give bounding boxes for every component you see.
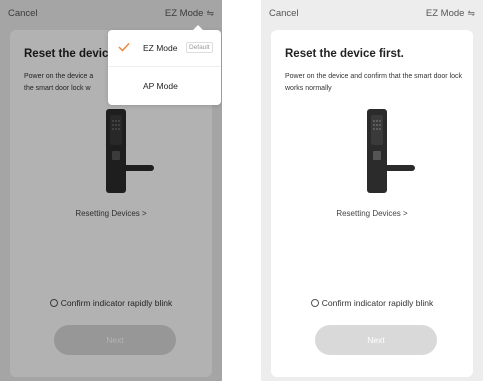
cancel-button[interactable]: Cancel — [269, 8, 299, 19]
dropdown-item-ap-mode[interactable]: AP Mode — [108, 68, 221, 105]
dropdown-item-label: AP Mode — [143, 81, 178, 91]
resetting-devices-link[interactable]: Resetting Devices > — [271, 209, 473, 218]
mode-label: EZ Mode — [425, 8, 465, 19]
radio-circle-icon[interactable] — [310, 299, 319, 307]
description-text: Power on the device and confirm that the… — [285, 73, 463, 92]
next-button[interactable]: Next — [315, 325, 437, 355]
left-screen: Cancel EZ Mode ⇋ Reset the device Power o… — [0, 0, 222, 381]
checkmark-icon — [118, 42, 130, 52]
swap-arrows-icon: ⇋ — [467, 8, 475, 18]
mode-selector[interactable]: EZ Mode ⇋ — [426, 8, 475, 19]
dropdown-item-label: EZ Mode — [143, 43, 178, 53]
confirm-label: Confirm indicator rapidly blink — [321, 298, 434, 308]
content-card: Reset the device first. Power on the dev… — [271, 30, 473, 377]
dropdown-item-ez-mode[interactable]: EZ Mode Default — [108, 30, 221, 67]
page-title: Reset the device first. — [285, 48, 404, 60]
default-badge: Default — [186, 42, 213, 53]
right-screen: Cancel EZ Mode ⇋ Reset the device first. … — [261, 0, 483, 381]
top-bar: Cancel EZ Mode ⇋ — [261, 0, 483, 26]
confirm-indicator-option[interactable]: Confirm indicator rapidly blink — [271, 298, 473, 308]
smart-door-lock-icon — [367, 109, 415, 193]
mode-dropdown: EZ Mode Default AP Mode — [108, 25, 221, 105]
